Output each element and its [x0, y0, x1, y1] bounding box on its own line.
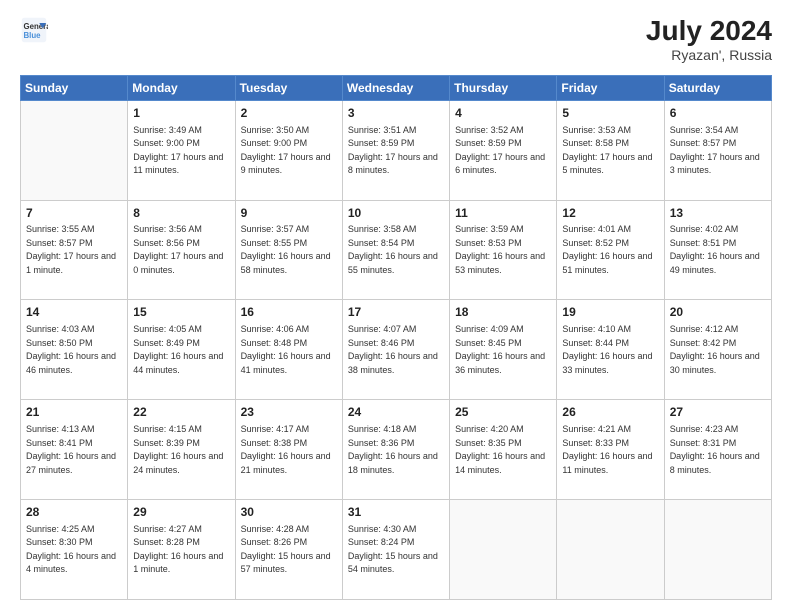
- table-row: 20Sunrise: 4:12 AMSunset: 8:42 PMDayligh…: [664, 300, 771, 400]
- col-friday: Friday: [557, 75, 664, 100]
- location: Ryazan', Russia: [646, 47, 772, 63]
- table-row: [21, 100, 128, 200]
- table-row: 19Sunrise: 4:10 AMSunset: 8:44 PMDayligh…: [557, 300, 664, 400]
- table-row: 6Sunrise: 3:54 AMSunset: 8:57 PMDaylight…: [664, 100, 771, 200]
- page-header: General Blue July 2024 Ryazan', Russia: [20, 16, 772, 63]
- table-row: 13Sunrise: 4:02 AMSunset: 8:51 PMDayligh…: [664, 200, 771, 300]
- table-row: [664, 500, 771, 600]
- logo: General Blue: [20, 16, 52, 44]
- table-row: 24Sunrise: 4:18 AMSunset: 8:36 PMDayligh…: [342, 400, 449, 500]
- col-tuesday: Tuesday: [235, 75, 342, 100]
- table-row: 26Sunrise: 4:21 AMSunset: 8:33 PMDayligh…: [557, 400, 664, 500]
- calendar-week-row: 28Sunrise: 4:25 AMSunset: 8:30 PMDayligh…: [21, 500, 772, 600]
- table-row: 15Sunrise: 4:05 AMSunset: 8:49 PMDayligh…: [128, 300, 235, 400]
- table-row: 30Sunrise: 4:28 AMSunset: 8:26 PMDayligh…: [235, 500, 342, 600]
- table-row: 28Sunrise: 4:25 AMSunset: 8:30 PMDayligh…: [21, 500, 128, 600]
- table-row: 9Sunrise: 3:57 AMSunset: 8:55 PMDaylight…: [235, 200, 342, 300]
- calendar-week-row: 7Sunrise: 3:55 AMSunset: 8:57 PMDaylight…: [21, 200, 772, 300]
- svg-text:Blue: Blue: [24, 31, 42, 40]
- table-row: 14Sunrise: 4:03 AMSunset: 8:50 PMDayligh…: [21, 300, 128, 400]
- table-row: 18Sunrise: 4:09 AMSunset: 8:45 PMDayligh…: [450, 300, 557, 400]
- col-saturday: Saturday: [664, 75, 771, 100]
- col-wednesday: Wednesday: [342, 75, 449, 100]
- table-row: 10Sunrise: 3:58 AMSunset: 8:54 PMDayligh…: [342, 200, 449, 300]
- table-row: 8Sunrise: 3:56 AMSunset: 8:56 PMDaylight…: [128, 200, 235, 300]
- title-block: July 2024 Ryazan', Russia: [646, 16, 772, 63]
- calendar-week-row: 1Sunrise: 3:49 AMSunset: 9:00 PMDaylight…: [21, 100, 772, 200]
- table-row: 1Sunrise: 3:49 AMSunset: 9:00 PMDaylight…: [128, 100, 235, 200]
- col-monday: Monday: [128, 75, 235, 100]
- table-row: 2Sunrise: 3:50 AMSunset: 9:00 PMDaylight…: [235, 100, 342, 200]
- table-row: 5Sunrise: 3:53 AMSunset: 8:58 PMDaylight…: [557, 100, 664, 200]
- table-row: 23Sunrise: 4:17 AMSunset: 8:38 PMDayligh…: [235, 400, 342, 500]
- table-row: [557, 500, 664, 600]
- calendar-table: Sunday Monday Tuesday Wednesday Thursday…: [20, 75, 772, 600]
- calendar-header-row: Sunday Monday Tuesday Wednesday Thursday…: [21, 75, 772, 100]
- calendar-week-row: 21Sunrise: 4:13 AMSunset: 8:41 PMDayligh…: [21, 400, 772, 500]
- table-row: 25Sunrise: 4:20 AMSunset: 8:35 PMDayligh…: [450, 400, 557, 500]
- logo-icon: General Blue: [20, 16, 48, 44]
- month-year: July 2024: [646, 16, 772, 47]
- table-row: 3Sunrise: 3:51 AMSunset: 8:59 PMDaylight…: [342, 100, 449, 200]
- calendar-week-row: 14Sunrise: 4:03 AMSunset: 8:50 PMDayligh…: [21, 300, 772, 400]
- table-row: 11Sunrise: 3:59 AMSunset: 8:53 PMDayligh…: [450, 200, 557, 300]
- table-row: 17Sunrise: 4:07 AMSunset: 8:46 PMDayligh…: [342, 300, 449, 400]
- table-row: 7Sunrise: 3:55 AMSunset: 8:57 PMDaylight…: [21, 200, 128, 300]
- col-sunday: Sunday: [21, 75, 128, 100]
- table-row: 4Sunrise: 3:52 AMSunset: 8:59 PMDaylight…: [450, 100, 557, 200]
- table-row: 16Sunrise: 4:06 AMSunset: 8:48 PMDayligh…: [235, 300, 342, 400]
- table-row: 31Sunrise: 4:30 AMSunset: 8:24 PMDayligh…: [342, 500, 449, 600]
- table-row: 22Sunrise: 4:15 AMSunset: 8:39 PMDayligh…: [128, 400, 235, 500]
- table-row: 27Sunrise: 4:23 AMSunset: 8:31 PMDayligh…: [664, 400, 771, 500]
- table-row: 29Sunrise: 4:27 AMSunset: 8:28 PMDayligh…: [128, 500, 235, 600]
- table-row: 21Sunrise: 4:13 AMSunset: 8:41 PMDayligh…: [21, 400, 128, 500]
- col-thursday: Thursday: [450, 75, 557, 100]
- table-row: [450, 500, 557, 600]
- table-row: 12Sunrise: 4:01 AMSunset: 8:52 PMDayligh…: [557, 200, 664, 300]
